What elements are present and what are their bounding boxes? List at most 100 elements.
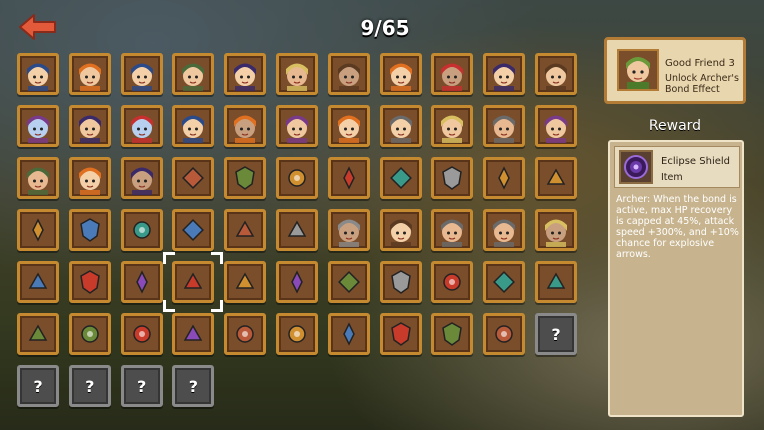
item-icon [498, 166, 511, 190]
item-icon [288, 169, 306, 187]
item-slot[interactable] [276, 209, 318, 251]
character-portrait-slot[interactable] [276, 105, 318, 147]
item-slot[interactable] [379, 157, 422, 199]
character-portrait-slot[interactable] [276, 53, 318, 95]
item-slot[interactable] [120, 209, 163, 251]
character-portrait-slot[interactable] [535, 105, 577, 147]
character-portrait-slot[interactable] [224, 53, 267, 95]
character-portrait-slot[interactable] [379, 105, 422, 147]
item-icon [495, 325, 513, 343]
item-slot[interactable] [68, 209, 111, 251]
character-portrait-icon [441, 63, 464, 91]
item-icon [546, 272, 566, 289]
item-slot[interactable] [120, 313, 163, 355]
reward-item-name: Eclipse Shield [661, 156, 731, 167]
character-portrait-slot[interactable] [17, 53, 59, 95]
item-slot[interactable] [68, 313, 111, 355]
item-slot[interactable] [172, 261, 215, 303]
locked-question-mark: ? [33, 376, 43, 396]
item-slot[interactable] [483, 313, 526, 355]
character-portrait-slot[interactable] [68, 157, 111, 199]
character-portrait-icon [78, 63, 101, 91]
item-icon [235, 272, 255, 289]
character-portrait-icon [182, 63, 205, 91]
item-slot[interactable] [17, 313, 59, 355]
item-icon [291, 270, 303, 294]
back-arrow-icon[interactable] [18, 12, 58, 42]
character-portrait-slot[interactable] [483, 53, 526, 95]
character-portrait-slot[interactable] [120, 53, 163, 95]
character-portrait-slot[interactable] [379, 53, 422, 95]
locked-slot[interactable]: ? [535, 313, 577, 355]
item-slot[interactable] [431, 261, 474, 303]
item-icon [28, 272, 48, 289]
character-portrait-slot[interactable] [431, 53, 474, 95]
locked-slot[interactable]: ? [120, 365, 163, 407]
item-icon [443, 273, 462, 291]
character-portrait-icon [545, 115, 567, 143]
character-portrait-slot[interactable] [17, 105, 59, 147]
item-slot[interactable] [276, 313, 318, 355]
character-portrait-slot[interactable] [120, 105, 163, 147]
item-slot[interactable] [276, 157, 318, 199]
character-portrait-slot[interactable] [120, 157, 163, 199]
character-portrait-slot[interactable] [327, 209, 370, 251]
item-slot[interactable] [224, 157, 267, 199]
item-slot[interactable] [379, 313, 422, 355]
item-icon [182, 167, 205, 189]
character-portrait-slot[interactable] [431, 209, 474, 251]
item-slot[interactable] [379, 261, 422, 303]
item-icon [135, 270, 148, 294]
item-slot[interactable] [483, 261, 526, 303]
character-portrait-slot[interactable] [379, 209, 422, 251]
character-portrait-icon [27, 115, 49, 143]
character-portrait-slot[interactable] [17, 157, 59, 199]
item-slot[interactable] [483, 157, 526, 199]
character-portrait-slot[interactable] [431, 105, 474, 147]
character-portrait-slot[interactable] [172, 53, 215, 95]
character-portrait-slot[interactable] [535, 209, 577, 251]
item-slot[interactable] [224, 209, 267, 251]
item-slot[interactable] [172, 313, 215, 355]
item-slot[interactable] [535, 261, 577, 303]
item-slot[interactable] [120, 261, 163, 303]
item-icon [337, 271, 360, 293]
item-slot[interactable] [172, 209, 215, 251]
eclipse-shield-icon [619, 150, 653, 184]
item-slot[interactable] [327, 157, 370, 199]
item-slot[interactable] [224, 313, 267, 355]
item-slot[interactable] [68, 261, 111, 303]
character-portrait-icon [337, 115, 360, 143]
item-slot[interactable] [431, 157, 474, 199]
item-slot[interactable] [224, 261, 267, 303]
item-slot[interactable] [276, 261, 318, 303]
item-slot[interactable] [535, 157, 577, 199]
item-slot[interactable] [17, 209, 59, 251]
item-slot[interactable] [327, 261, 370, 303]
item-icon [342, 322, 355, 346]
character-portrait-slot[interactable] [327, 53, 370, 95]
item-slot[interactable] [17, 261, 59, 303]
item-slot[interactable] [172, 157, 215, 199]
item-slot[interactable] [327, 313, 370, 355]
character-portrait-icon [337, 219, 360, 247]
collection-counter: 9/65 [360, 16, 410, 40]
locked-slot[interactable]: ? [17, 365, 59, 407]
character-portrait-slot[interactable] [68, 53, 111, 95]
character-portrait-slot[interactable] [68, 105, 111, 147]
item-slot[interactable] [431, 313, 474, 355]
character-portrait-slot[interactable] [483, 209, 526, 251]
locked-slot[interactable]: ? [68, 365, 111, 407]
character-portrait-slot[interactable] [483, 105, 526, 147]
character-portrait-slot[interactable] [535, 53, 577, 95]
character-portrait-icon [337, 63, 360, 91]
character-portrait-slot[interactable] [224, 105, 267, 147]
item-icon [235, 220, 255, 237]
locked-slot[interactable]: ? [172, 365, 215, 407]
character-portrait-slot[interactable] [172, 105, 215, 147]
item-icon [235, 166, 256, 190]
locked-question-mark: ? [136, 376, 147, 396]
reward-heading: Reward [648, 118, 702, 134]
character-portrait-slot[interactable] [327, 105, 370, 147]
item-icon [546, 168, 566, 185]
